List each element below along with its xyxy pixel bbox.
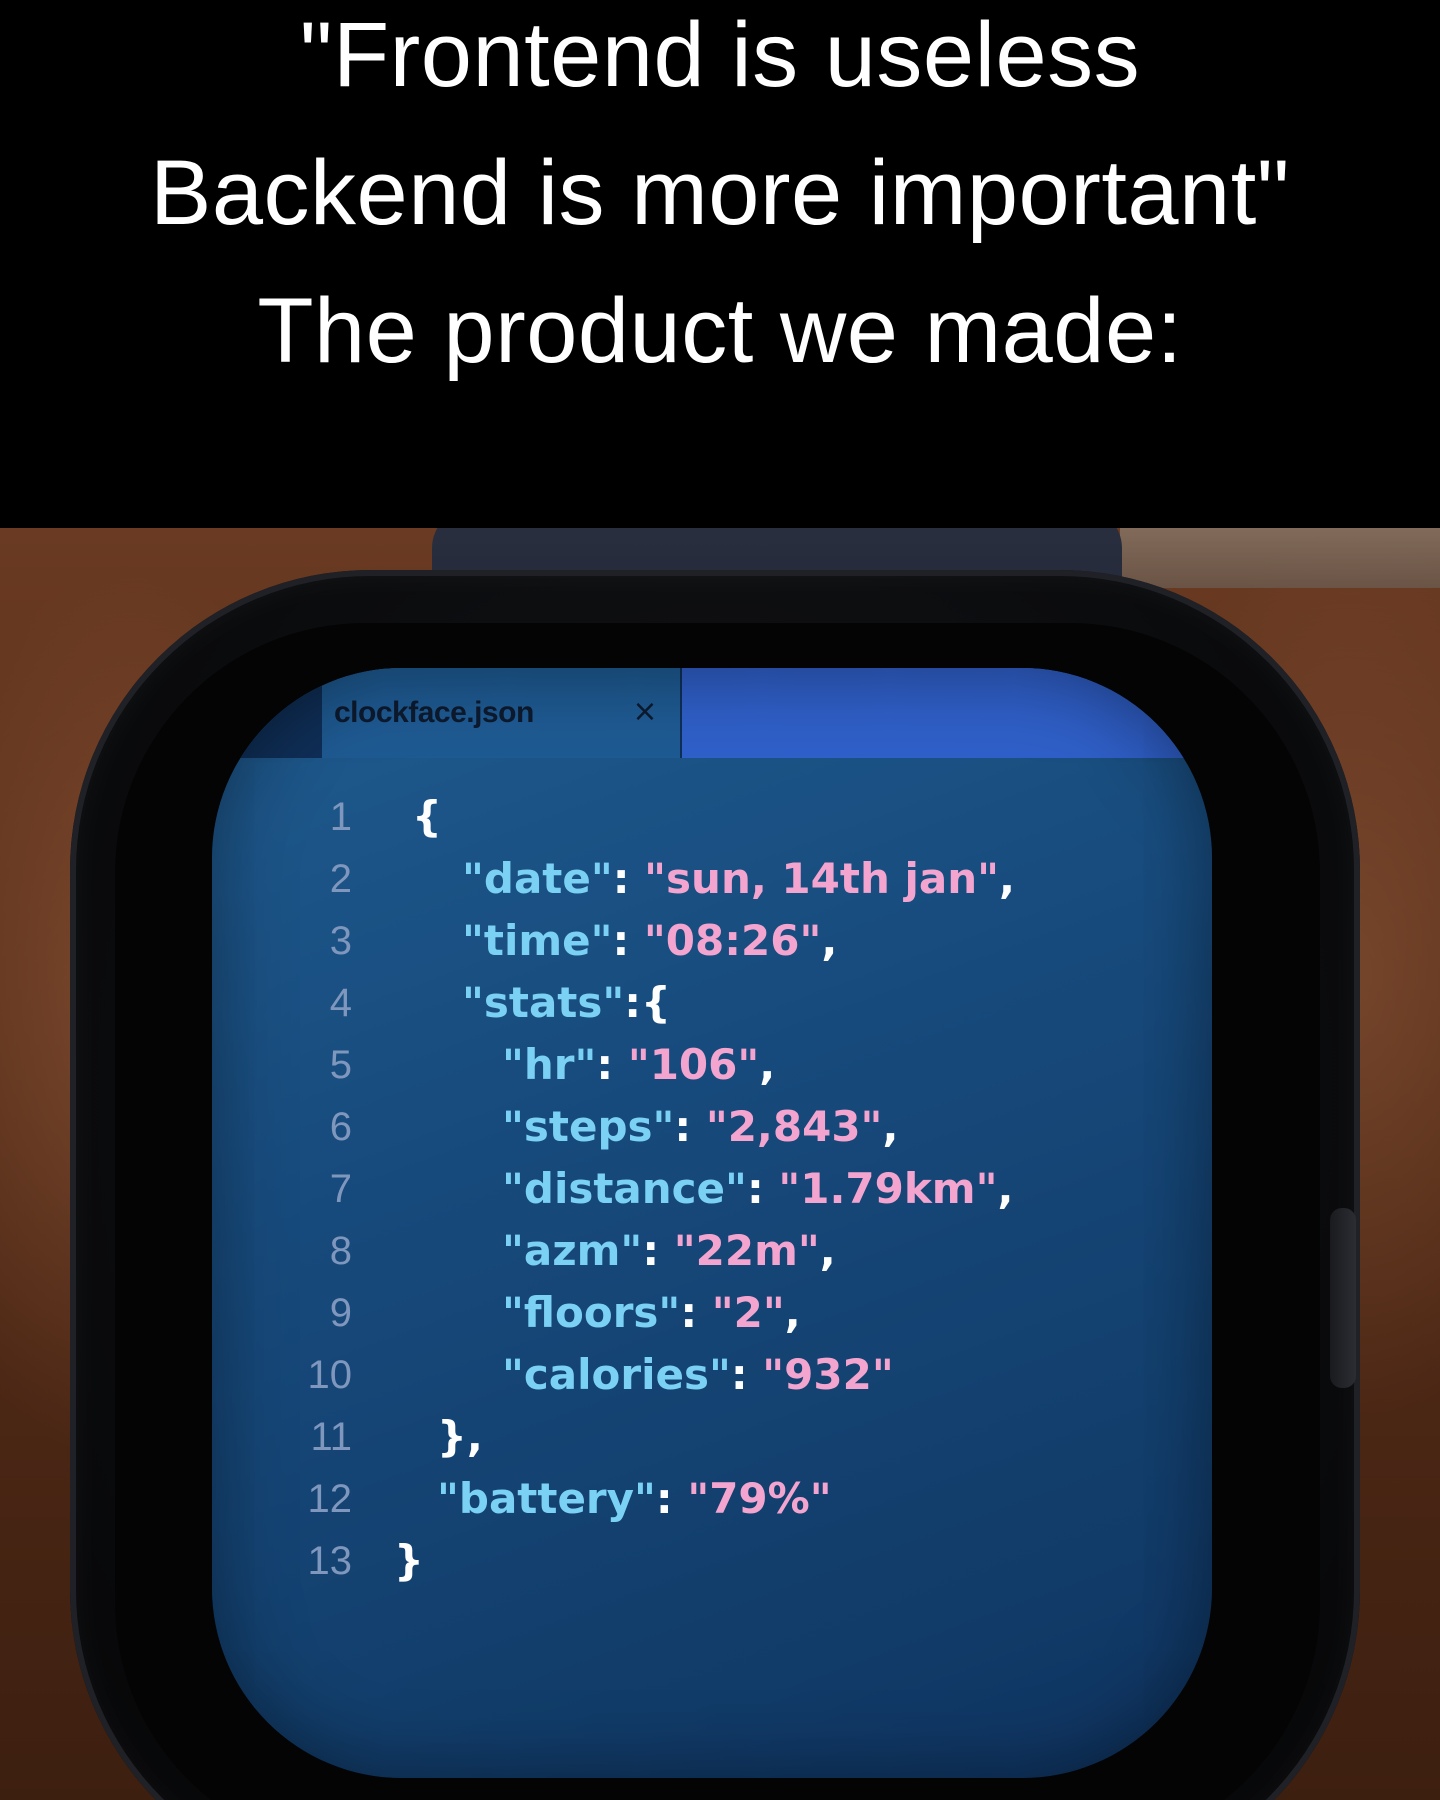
editor-tab-bar: clockface.json × [212, 668, 1212, 758]
json-punctuation: , [759, 1040, 776, 1089]
json-key: "hr" [502, 1040, 597, 1089]
json-value: "106" [627, 1040, 760, 1089]
json-punctuation: , [882, 1102, 899, 1151]
json-value: "1.79km" [778, 1164, 998, 1213]
json-value: "79%" [687, 1474, 832, 1523]
close-icon[interactable]: × [628, 692, 662, 732]
code-line: 8 "azm": "22m", [212, 1220, 1212, 1282]
json-punctuation: : [596, 1040, 628, 1089]
json-value: "2" [711, 1288, 785, 1337]
line-number: 4 [329, 981, 352, 1025]
json-key: "floors" [502, 1288, 681, 1337]
line-number: 7 [329, 1167, 352, 1211]
code-line: 6 "steps": "2,843", [212, 1096, 1212, 1158]
json-key: "date" [462, 854, 613, 903]
code-text: "azm": "22m", [502, 1220, 836, 1282]
json-punctuation: , [819, 1226, 836, 1275]
code-text: "date": "sun, 14th jan", [462, 848, 1015, 910]
json-punctuation: : [680, 1288, 712, 1337]
code-text: { [412, 786, 442, 848]
caption-line-3: The product we made: [257, 280, 1183, 382]
line-number: 12 [307, 1477, 353, 1521]
json-key: "steps" [502, 1102, 675, 1151]
code-text: "steps": "2,843", [502, 1096, 898, 1158]
code-text: "floors": "2", [502, 1282, 801, 1344]
code-line: 9 "floors": "2", [212, 1282, 1212, 1344]
watch-photo: clockface.json × 1{2 "date": "sun, 14th j… [0, 528, 1440, 1800]
json-code-area: 1{2 "date": "sun, 14th jan", 3 "time": "08:… [212, 786, 1212, 1766]
code-line: 1{ [212, 786, 1212, 848]
watch-screen: clockface.json × 1{2 "date": "sun, 14th j… [212, 668, 1212, 1778]
json-value: "932" [762, 1350, 894, 1399]
code-line: 5 "hr": "106", [212, 1034, 1212, 1096]
json-key: "battery" [437, 1474, 656, 1523]
json-value: "22m" [673, 1226, 820, 1275]
line-number: 2 [329, 857, 352, 901]
json-punctuation: , [998, 854, 1015, 903]
json-punctuation: , [821, 916, 838, 965]
json-key: "distance" [502, 1164, 747, 1213]
json-value: "08:26" [643, 916, 822, 965]
json-punctuation: } [394, 1536, 424, 1585]
editor-side-panel [682, 668, 1212, 758]
code-text: "stats":{ [462, 972, 671, 1034]
code-text: "time": "08:26", [462, 910, 837, 972]
code-line: 4 "stats":{ [212, 972, 1212, 1034]
json-punctuation: :{ [624, 978, 671, 1027]
json-punctuation: : [612, 916, 644, 965]
background-cloth [1120, 528, 1440, 588]
meme-caption: "Frontend is useless Backend is more imp… [0, 0, 1440, 528]
json-punctuation: : [746, 1164, 779, 1213]
code-text: }, [437, 1406, 483, 1468]
line-number: 5 [329, 1043, 352, 1087]
code-line: 2 "date": "sun, 14th jan", [212, 848, 1212, 910]
json-key: "calories" [502, 1350, 731, 1399]
json-punctuation: }, [437, 1412, 483, 1461]
json-punctuation: , [997, 1164, 1014, 1213]
line-number: 8 [329, 1229, 352, 1273]
line-number: 9 [329, 1291, 352, 1335]
code-line: 13} [212, 1530, 1212, 1592]
watch-side-button[interactable] [1330, 1208, 1356, 1388]
code-line: 11}, [212, 1406, 1212, 1468]
json-punctuation: , [784, 1288, 801, 1337]
code-line: 3 "time": "08:26", [212, 910, 1212, 972]
tab-filename: clockface.json [334, 696, 534, 729]
code-text: "distance": "1.79km", [502, 1158, 1013, 1220]
json-punctuation: { [412, 792, 442, 841]
json-punctuation: : [730, 1350, 763, 1399]
caption-line-2: Backend is more important" [150, 142, 1290, 244]
line-number: 10 [307, 1353, 353, 1397]
code-text: } [394, 1530, 424, 1592]
line-number: 6 [329, 1105, 352, 1149]
json-punctuation: : [612, 854, 645, 903]
json-key: "azm" [502, 1226, 643, 1275]
code-text: "battery": "79%" [437, 1468, 832, 1530]
code-line: 10 "calories": "932" [212, 1344, 1212, 1406]
json-key: "time" [462, 916, 613, 965]
line-number: 13 [307, 1539, 353, 1583]
json-punctuation: : [674, 1102, 706, 1151]
caption-line-1: "Frontend is useless [299, 4, 1141, 106]
json-punctuation: : [655, 1474, 688, 1523]
line-number: 3 [329, 919, 352, 963]
code-line: 7 "distance": "1.79km", [212, 1158, 1212, 1220]
json-key: "stats" [462, 978, 625, 1027]
meme-page: "Frontend is useless Backend is more imp… [0, 0, 1440, 1800]
line-number: 11 [310, 1415, 352, 1459]
code-text: "hr": "106", [502, 1034, 775, 1096]
json-value: "2,843" [705, 1102, 883, 1151]
line-number: 1 [329, 795, 352, 839]
code-text: "calories": "932" [502, 1344, 894, 1406]
code-line: 12 "battery": "79%" [212, 1468, 1212, 1530]
json-punctuation: : [642, 1226, 674, 1275]
json-value: "sun, 14th jan" [644, 854, 999, 903]
